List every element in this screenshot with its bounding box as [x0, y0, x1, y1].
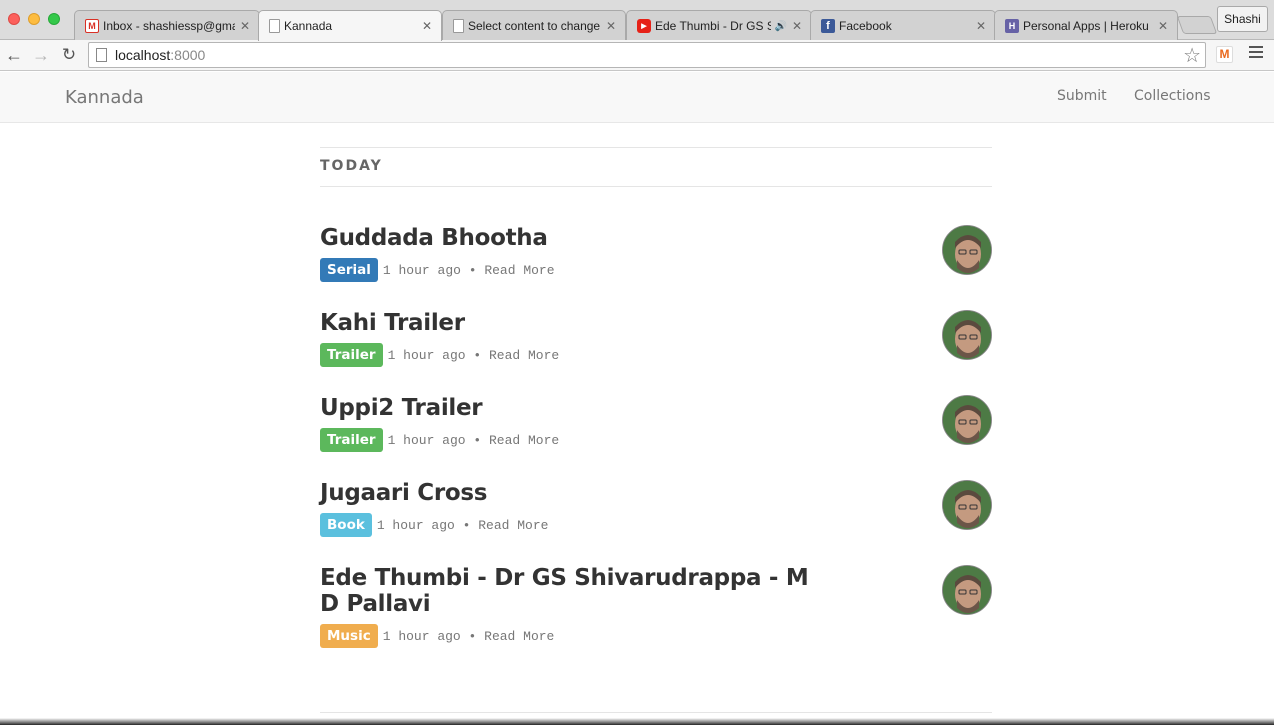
category-badge[interactable]: Book: [320, 513, 372, 537]
post-meta-text: 1 hour ago • Read More: [387, 347, 560, 363]
forward-arrow-icon[interactable]: →: [30, 44, 52, 66]
tab-title: Select content to change |: [468, 19, 601, 33]
post-time: 1 hour ago: [387, 347, 466, 363]
close-tab-icon[interactable]: ✕: [239, 19, 251, 33]
post-time: 1 hour ago: [382, 262, 461, 278]
category-badge[interactable]: Music: [320, 624, 378, 648]
read-more-link[interactable]: Read More: [489, 433, 559, 448]
close-tab-icon[interactable]: ✕: [605, 19, 617, 33]
post-time: 1 hour ago: [382, 628, 461, 644]
speaker-icon: 🔊: [774, 20, 787, 32]
page-icon: [453, 19, 464, 33]
post-item: Kahi Trailer Trailer 1 hour ago • Read M…: [320, 310, 992, 367]
post-title[interactable]: Kahi Trailer: [320, 310, 820, 336]
page-icon: [96, 48, 107, 62]
category-badge[interactable]: Trailer: [320, 428, 383, 452]
post-meta-text: 1 hour ago • Read More: [382, 628, 555, 644]
tab-title: Ede Thumbi - Dr GS Shi: [655, 19, 771, 33]
profile-button[interactable]: Shashi: [1217, 6, 1268, 32]
post-meta-text: 1 hour ago • Read More: [387, 432, 560, 448]
post-meta: Music 1 hour ago • Read More: [320, 624, 992, 648]
browser-toolbar: ← → ↻ localhost:8000 ☆ M: [0, 40, 1274, 71]
tab-title: Facebook: [839, 19, 892, 33]
tab-heroku[interactable]: H Personal Apps | Heroku ✕: [994, 10, 1178, 40]
new-tab-button[interactable]: [1176, 16, 1218, 34]
tab-facebook[interactable]: f Facebook ✕: [810, 10, 996, 40]
post-item: Ede Thumbi - Dr GS Shivarudrappa - M D P…: [320, 565, 992, 648]
avatar[interactable]: [942, 395, 992, 445]
avatar[interactable]: [942, 480, 992, 530]
section-title: TODAY: [320, 158, 383, 174]
section-header: TODAY: [320, 147, 992, 187]
reload-icon[interactable]: ↻: [58, 44, 80, 66]
back-arrow-icon[interactable]: ←: [3, 44, 25, 66]
window-bottom-edge: [0, 718, 1274, 725]
avatar[interactable]: [942, 565, 992, 615]
tab-kannada[interactable]: Kannada ✕: [258, 10, 442, 41]
tab-ede-thumbi[interactable]: ▶ Ede Thumbi - Dr GS Shi 🔊 ✕: [626, 10, 812, 40]
tab-gmail[interactable]: M Inbox - shashiessp@gmail ✕: [74, 10, 260, 40]
nav-submit-link[interactable]: Submit: [1057, 88, 1107, 104]
heroku-icon: H: [1005, 19, 1019, 33]
avatar[interactable]: [942, 225, 992, 275]
post-time: 1 hour ago: [387, 432, 466, 448]
page-icon: [269, 19, 280, 33]
post-meta: Trailer 1 hour ago • Read More: [320, 343, 992, 367]
tab-select-content[interactable]: Select content to change | ✕: [442, 10, 626, 40]
post-item: Jugaari Cross Book 1 hour ago • Read Mor…: [320, 480, 992, 537]
close-tab-icon[interactable]: ✕: [1157, 19, 1169, 33]
post-title[interactable]: Guddada Bhootha: [320, 225, 820, 251]
avatar[interactable]: [942, 310, 992, 360]
close-tab-icon[interactable]: ✕: [421, 19, 433, 33]
tab-title: Kannada: [284, 19, 333, 33]
tab-title: Personal Apps | Heroku: [1023, 19, 1149, 33]
bookmark-star-icon[interactable]: ☆: [1183, 43, 1201, 68]
extension-icon[interactable]: M: [1216, 46, 1233, 63]
site-navbar: Kannada Submit Collections: [0, 72, 1274, 123]
read-more-link[interactable]: Read More: [489, 348, 559, 363]
category-badge[interactable]: Trailer: [320, 343, 383, 367]
zoom-window-button[interactable]: [48, 13, 60, 25]
post-meta: Book 1 hour ago • Read More: [320, 513, 992, 537]
close-tab-icon[interactable]: ✕: [975, 19, 987, 33]
menu-icon[interactable]: [1249, 46, 1263, 60]
address-bar[interactable]: localhost:8000 ☆: [88, 42, 1206, 68]
facebook-icon: f: [821, 19, 835, 33]
post-title[interactable]: Jugaari Cross: [320, 480, 820, 506]
tab-title: Inbox - shashiessp@gmail: [103, 19, 235, 33]
post-meta: Serial 1 hour ago • Read More: [320, 258, 992, 282]
browser-tab-bar: M Inbox - shashiessp@gmail ✕ Kannada ✕ S…: [0, 0, 1274, 41]
url-text: localhost:8000: [115, 47, 205, 63]
divider: [320, 712, 992, 713]
site-brand[interactable]: Kannada: [65, 87, 144, 108]
read-more-link[interactable]: Read More: [484, 629, 554, 644]
post-meta: Trailer 1 hour ago • Read More: [320, 428, 992, 452]
close-window-button[interactable]: [8, 13, 20, 25]
minimize-window-button[interactable]: [28, 13, 40, 25]
youtube-icon: ▶: [637, 19, 651, 33]
read-more-link[interactable]: Read More: [478, 518, 548, 533]
post-title[interactable]: Ede Thumbi - Dr GS Shivarudrappa - M D P…: [320, 565, 820, 617]
read-more-link[interactable]: Read More: [484, 263, 554, 278]
url-host: localhost: [115, 47, 171, 63]
gmail-icon: M: [85, 19, 99, 33]
nav-collections-link[interactable]: Collections: [1134, 88, 1211, 104]
url-port: :8000: [170, 47, 206, 63]
post-time: 1 hour ago: [376, 517, 455, 533]
post-item: Uppi2 Trailer Trailer 1 hour ago • Read …: [320, 395, 992, 452]
post-title[interactable]: Uppi2 Trailer: [320, 395, 820, 421]
post-meta-text: 1 hour ago • Read More: [376, 517, 549, 533]
category-badge[interactable]: Serial: [320, 258, 378, 282]
post-meta-text: 1 hour ago • Read More: [382, 262, 555, 278]
post-item: Guddada Bhootha Serial 1 hour ago • Read…: [320, 225, 992, 282]
close-tab-icon[interactable]: ✕: [791, 19, 803, 33]
